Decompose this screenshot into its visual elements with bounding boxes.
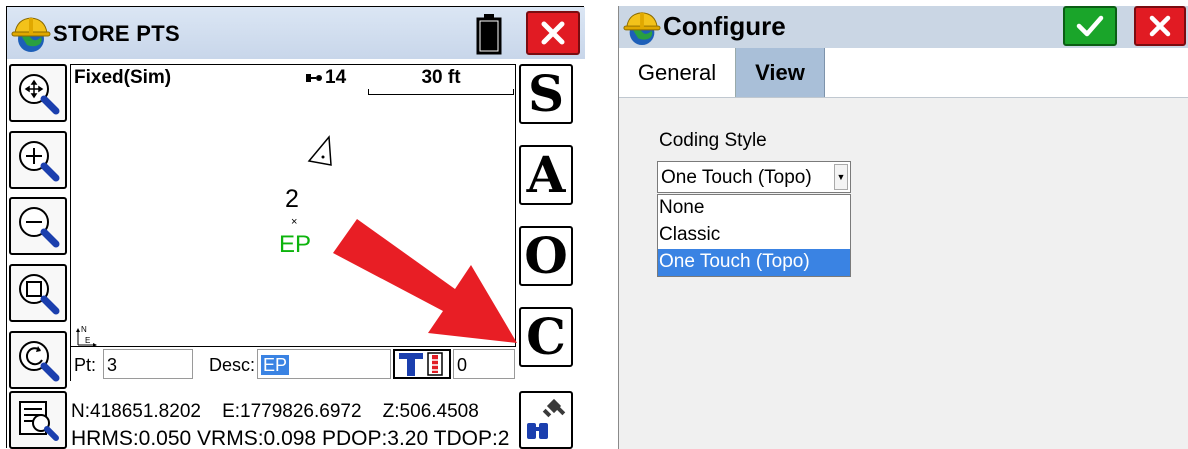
current-position-icon [307,135,332,166]
coding-style-select[interactable]: One Touch (Topo) ▼ [657,161,851,193]
o-button-label: O [524,226,568,285]
zoom-previous-icon [19,341,60,382]
coding-style-dropdown: None Classic One Touch (Topo) [657,194,851,277]
easting-value: E:1779826.6972 [222,401,362,422]
description-value: EP [261,355,290,375]
pt-label: Pt: [74,355,97,375]
zoom-window-button[interactable] [9,264,67,322]
red-arrow-annotation-icon [333,219,517,343]
binoculars-satellite-icon [527,398,566,439]
survey-instrument-button[interactable] [519,391,573,449]
map-point-description: EP [279,231,312,258]
desc-label: Desc: [209,355,256,375]
description-input[interactable]: EP [257,349,391,379]
coordinates-readout: N:418651.8202 E:1779826.6972 Z:506.4508 [71,401,479,423]
a-button[interactable]: A [519,145,573,205]
a-button-label: A [526,145,566,204]
zoom-out-button[interactable] [9,197,67,255]
gps-status: Fixed(Sim) [74,67,172,88]
east-label: E [85,336,91,345]
configure-dialog: Configure General View Coding Style One … [618,6,1188,449]
coding-style-label: Coding Style [659,130,767,151]
point-list-button[interactable] [9,391,67,449]
o-button[interactable]: O [519,226,573,286]
satellite-count-value: 14 [325,67,347,88]
coding-style-value: One Touch (Topo) [661,167,812,188]
precision-readout: HRMS:0.050 VRMS:0.098 PDOP:3.20 TDOP:2 [71,427,510,449]
satellite-count: 14 [306,67,346,89]
zoom-in-button[interactable] [9,131,67,189]
zoom-window-icon [19,274,60,315]
map-scale-label: 30 ft [421,67,461,88]
rod-target-icon [399,352,443,376]
title-bar: STORE PTS [7,7,585,59]
tab-divider [619,97,1188,98]
option-none[interactable]: None [658,195,850,222]
chevron-down-icon[interactable]: ▼ [834,164,848,190]
option-classic[interactable]: Classic [658,222,850,249]
s-button[interactable]: S [519,64,573,124]
store-points-window: STORE PTS Fixed(Sim) 14 30 ft 2 × EP N E… [6,6,585,449]
c-button-label: C [526,307,566,366]
point-number-input[interactable]: 3 [103,349,193,379]
list-magnifier-icon [19,401,59,441]
close-button[interactable] [526,11,580,55]
close-button[interactable] [1134,6,1186,46]
satellite-icon [306,74,322,82]
northing-value: N:418651.8202 [71,401,201,422]
zoom-out-icon [19,207,60,248]
zoom-in-icon [19,141,60,182]
close-icon [1149,15,1171,37]
rod-height-button[interactable] [393,349,451,379]
zoom-extents-button[interactable] [9,64,67,122]
zoom-previous-button[interactable] [9,331,67,389]
hardhat-globe-logo-icon [11,17,51,52]
checkmark-icon [1076,15,1104,37]
c-button[interactable]: C [519,307,573,367]
title-bar: Configure [619,6,1188,48]
elevation-value: Z:506.4508 [382,401,479,422]
tab-view[interactable]: View [735,48,825,98]
option-one-touch-topo[interactable]: One Touch (Topo) [658,249,850,276]
tab-bar: General View [619,48,1188,98]
map-scale-bar [368,89,514,95]
ok-button[interactable] [1063,6,1117,46]
north-label: N [81,325,87,334]
north-arrow-icon: N E [73,325,103,347]
point-entry-row: Pt: 3 Desc: EP 0 [70,347,516,381]
map-view[interactable]: Fixed(Sim) 14 30 ft 2 × EP N E [70,64,517,347]
map-point-marker: × [291,216,298,228]
battery-icon [476,14,502,55]
s-button-label: S [527,64,565,123]
hardhat-globe-logo-icon [623,12,661,46]
close-icon [541,21,565,45]
dialog-title: Configure [663,11,786,41]
window-title: STORE PTS [53,21,180,46]
zoom-extents-icon [19,74,60,115]
tab-general[interactable]: General [619,48,735,98]
rod-height-input[interactable]: 0 [453,349,515,379]
map-point-number: 2 [285,185,299,213]
